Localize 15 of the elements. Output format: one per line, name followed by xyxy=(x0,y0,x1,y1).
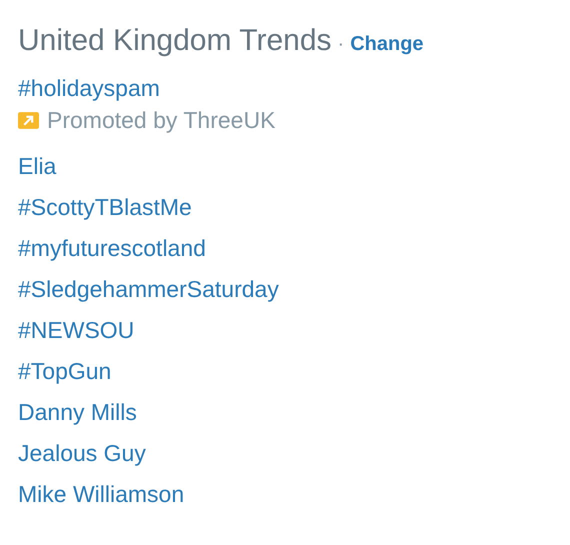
trend-link[interactable]: Danny Mills xyxy=(18,398,137,427)
trend-link[interactable]: #holidayspam xyxy=(18,74,160,103)
trend-link[interactable]: #SledgehammerSaturday xyxy=(18,275,279,304)
trend-link[interactable]: #myfuturescotland xyxy=(18,234,206,263)
promoted-label: Promoted by ThreeUK xyxy=(47,107,276,134)
change-link[interactable]: Change xyxy=(350,33,424,56)
separator-dot: · xyxy=(338,33,344,56)
trend-link[interactable]: #NEWSOU xyxy=(18,316,134,345)
promoted-icon xyxy=(18,112,39,129)
trend-link[interactable]: Jealous Guy xyxy=(18,439,146,468)
trend-link[interactable]: Elia xyxy=(18,152,56,181)
trend-link[interactable]: #ScottyTBlastMe xyxy=(18,193,192,222)
panel-title: United Kingdom Trends xyxy=(18,24,332,58)
trend-link[interactable]: #TopGun xyxy=(18,357,112,386)
trend-link[interactable]: Mike Williamson xyxy=(18,480,184,509)
